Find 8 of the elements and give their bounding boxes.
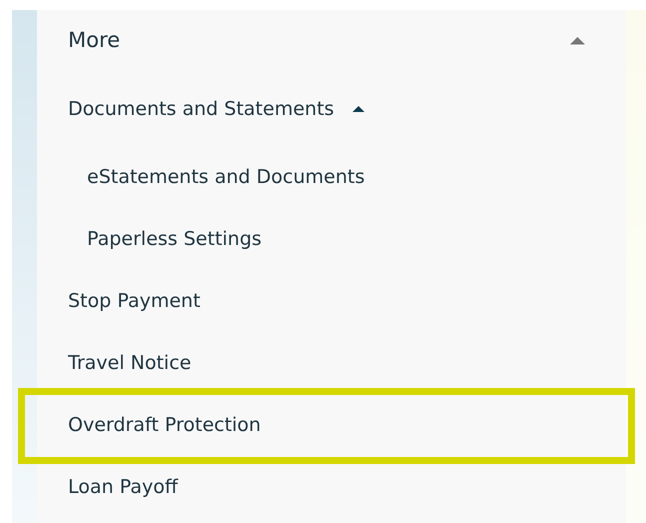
menu-link[interactable]: Loan Payoff: [68, 472, 178, 502]
menu-group-label[interactable]: Documents and Statements: [68, 94, 334, 124]
menu-link[interactable]: eStatements and Documents: [87, 162, 365, 192]
menu-link[interactable]: Travel Notice: [68, 348, 192, 378]
menu-link[interactable]: Paperless Settings: [87, 224, 262, 254]
menu-link[interactable]: Overdraft Protection: [68, 410, 261, 440]
menu-title[interactable]: More: [68, 25, 120, 57]
menu-link[interactable]: Stop Payment: [68, 286, 200, 316]
